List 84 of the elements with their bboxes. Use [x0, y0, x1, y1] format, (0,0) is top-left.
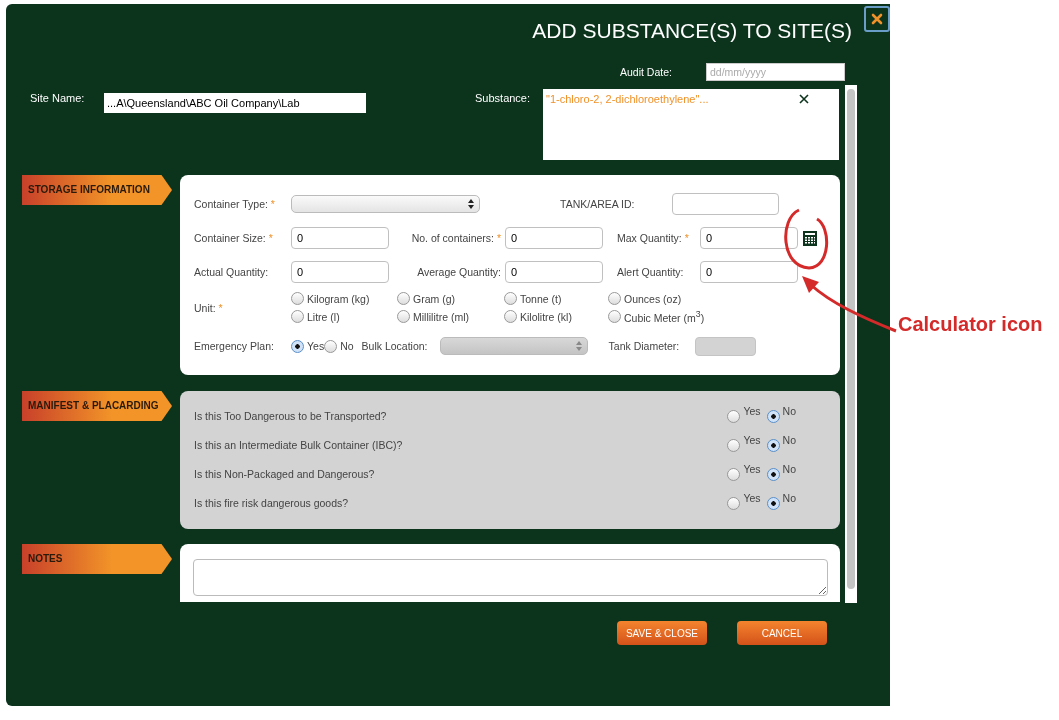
required-mark: *	[218, 302, 223, 314]
calculator-icon[interactable]	[803, 230, 817, 246]
radio-button[interactable]	[766, 409, 780, 423]
required-mark: *	[270, 198, 275, 210]
radio-button[interactable]	[504, 310, 517, 323]
field-label: Bulk Location:	[361, 340, 429, 352]
required-mark: *	[684, 232, 689, 244]
option-label: Cubic Meter (m$^{3}$)	[624, 309, 705, 324]
option-label: Ounces (oz)	[624, 292, 682, 305]
notes-field[interactable]	[193, 559, 828, 596]
option-label: No	[782, 434, 796, 446]
remove-icon[interactable]	[799, 94, 809, 104]
option-label: Millilitre (ml)	[413, 310, 469, 323]
option-label: No	[340, 340, 354, 352]
field-label: Tank Diameter:	[608, 340, 681, 352]
input-field[interactable]: 0	[291, 227, 389, 249]
field-label: Audit Date:	[620, 66, 673, 78]
scrollbar[interactable]	[845, 85, 857, 603]
site-name-field[interactable]: ...A\Queensland\ABC Oil Company\Lab	[104, 93, 366, 113]
input-field[interactable]: 0	[700, 261, 798, 283]
option-label: Yes	[743, 434, 761, 446]
field-label: Alert Quantity:	[617, 266, 685, 278]
option-label: Yes	[743, 463, 761, 475]
field-label: Actual Quantity:	[194, 266, 270, 278]
radio-button[interactable]	[766, 467, 780, 481]
input-field[interactable]: 0	[291, 261, 389, 283]
question-text: Is this Too Dangerous to be Transported?	[194, 410, 387, 422]
option-label: Yes	[743, 405, 761, 417]
annotation-label: Calculator icon	[898, 313, 1043, 336]
question-text: Is this fire risk dangerous goods?	[194, 497, 349, 509]
radio-button[interactable]	[608, 310, 621, 323]
radio-button[interactable]	[766, 438, 780, 452]
section-ribbon: NOTES	[22, 544, 172, 574]
field-label: Container Size: *	[194, 232, 274, 244]
radio-button[interactable]	[766, 496, 780, 510]
input-field[interactable]: 0	[700, 227, 798, 249]
option-label: Tonne (t)	[520, 292, 562, 305]
container-type-select[interactable]	[291, 195, 480, 213]
required-mark: *	[496, 232, 501, 244]
option-label: No	[782, 405, 796, 417]
field-label: Max Quantity: *	[617, 232, 690, 244]
option-label: Yes	[307, 340, 325, 352]
option-label: Kilogram (kg)	[307, 292, 370, 305]
radio-button[interactable]	[291, 292, 304, 306]
question-text: Is this an Intermediate Bulk Container (IBC)?	[194, 439, 403, 451]
option-label: Litre (l)	[307, 310, 340, 323]
radio-button[interactable]	[397, 310, 410, 323]
radio-button[interactable]	[291, 310, 304, 323]
close-button[interactable]	[864, 6, 890, 32]
option-label: No	[782, 463, 796, 475]
field-label: Average Quantity:	[416, 266, 502, 278]
option-label: Kilolitre (kl)	[520, 310, 572, 323]
spinner-icon	[468, 199, 474, 209]
radio-button[interactable]	[324, 339, 338, 353]
section-ribbon: STORAGE INFORMATION	[22, 175, 172, 205]
substance-name: "1-chloro-2, 2-dichloroethylene"...	[546, 93, 709, 105]
section-ribbon: MANIFEST & PLACARDING	[22, 391, 172, 421]
dialog-title: ADD SUBSTANCE(S) TO SITE(S)	[532, 18, 852, 44]
input-field[interactable]: 0	[505, 261, 603, 283]
radio-button[interactable]	[727, 409, 741, 423]
field-label: Substance:	[475, 92, 532, 104]
option-label: Gram (g)	[413, 292, 455, 305]
close-icon	[871, 13, 883, 25]
required-mark: *	[268, 232, 273, 244]
option-label: No	[782, 492, 796, 504]
field-label: TANK/AREA ID:	[560, 198, 636, 210]
spinner-icon	[575, 341, 582, 351]
radio-button[interactable]	[727, 438, 741, 452]
input-field[interactable]: 0	[505, 227, 603, 249]
question-text: Is this Non-Packaged and Dangerous?	[194, 468, 375, 480]
radio-button[interactable]	[291, 339, 304, 353]
input-field[interactable]	[672, 193, 779, 215]
radio-button[interactable]	[504, 292, 517, 306]
field-label: Container Type: *	[194, 198, 276, 210]
field-label: No. of containers: *	[410, 232, 502, 244]
field-label: Site Name:	[30, 92, 86, 104]
audit-date-field[interactable]: dd/mm/yyyy	[706, 63, 845, 81]
field-label: Emergency Plan:	[194, 340, 275, 352]
radio-button[interactable]	[727, 467, 741, 481]
field-label: Unit: *	[194, 302, 224, 314]
option-label: Yes	[743, 492, 761, 504]
radio-button[interactable]	[397, 292, 410, 306]
radio-button[interactable]	[608, 292, 621, 306]
radio-button[interactable]	[727, 496, 741, 510]
